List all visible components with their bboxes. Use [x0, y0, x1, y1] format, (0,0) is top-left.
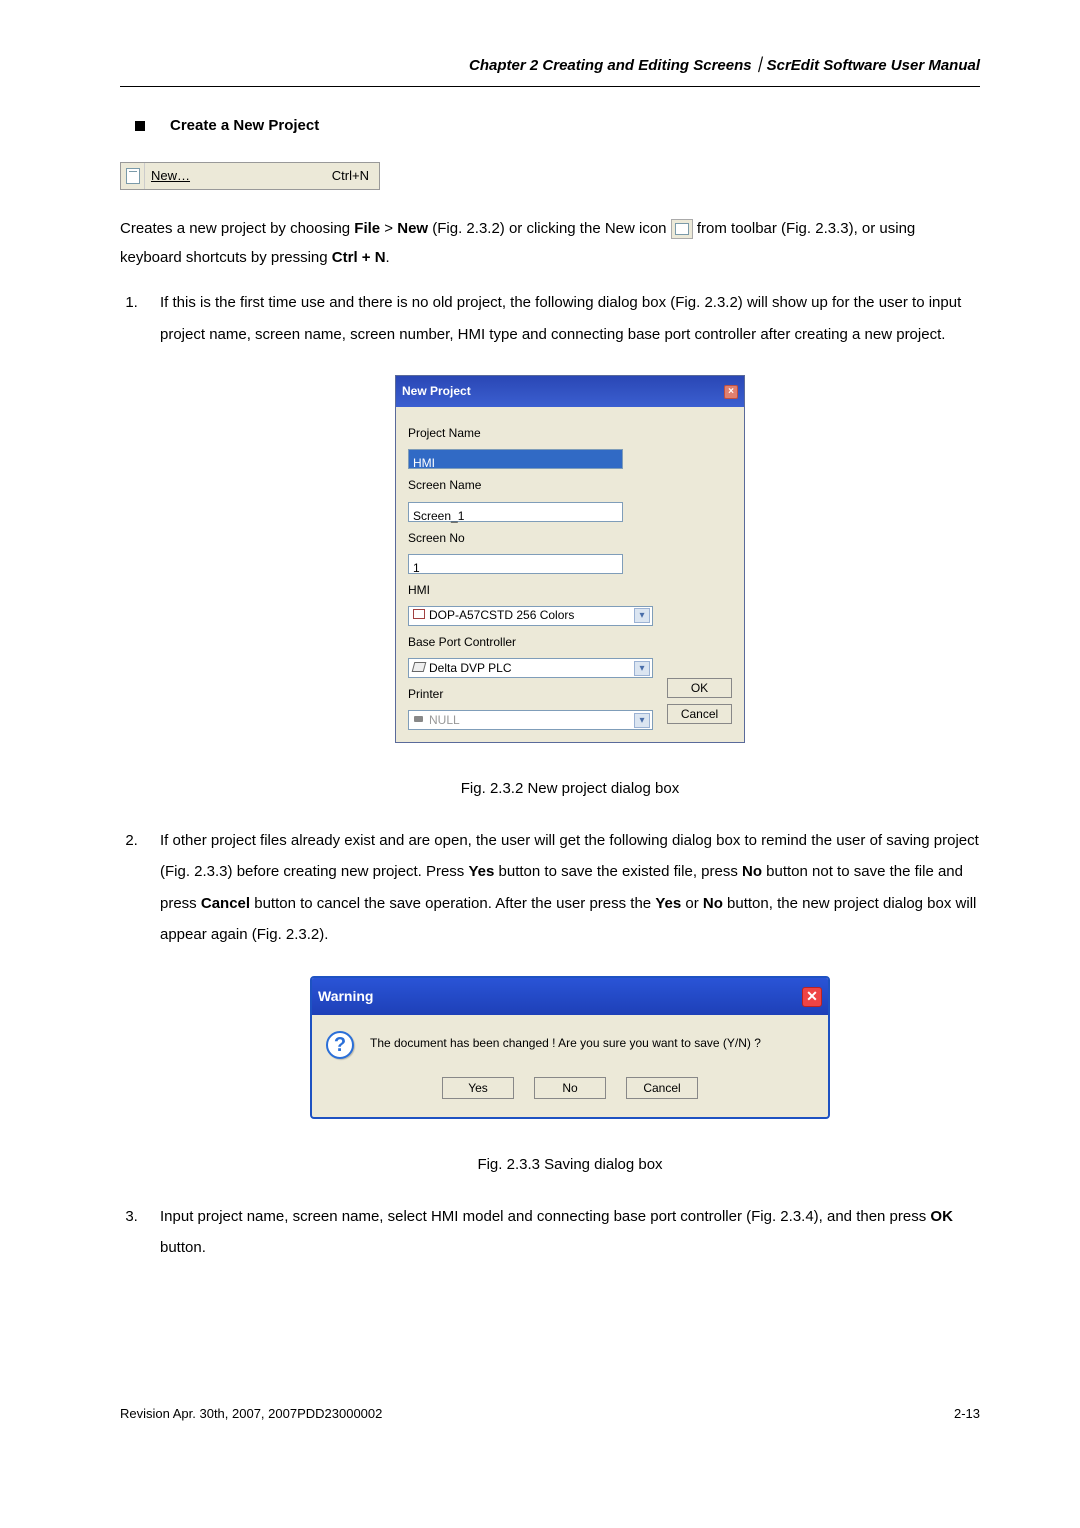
warning-message: The document has been changed ! Are you … [370, 1031, 761, 1056]
list-item: If other project files already exist and… [142, 825, 980, 1181]
page-footer: Revision Apr. 30th, 2007, 2007PDD2300000… [120, 1404, 980, 1424]
menu-item-label: New… [151, 166, 332, 186]
no-button[interactable]: No [534, 1077, 606, 1099]
hmi-select[interactable]: DOP-A57CSTD 256 Colors ▾ [408, 606, 653, 626]
monitor-icon [413, 609, 425, 619]
menu-new-item[interactable]: New… Ctrl+N [120, 162, 380, 190]
fig-2-3-3: Warning ✕ ? The document has been change… [160, 976, 980, 1119]
close-icon[interactable]: ✕ [802, 987, 822, 1007]
caption-2-3-3: Fig. 2.3.3 Saving dialog box [160, 1149, 980, 1181]
section-title: Create a New Project [170, 115, 319, 138]
footer-revision: Revision Apr. 30th, 2007, 2007PDD2300000… [120, 1404, 382, 1424]
footer-page-number: 2-13 [954, 1404, 980, 1424]
printer-select[interactable]: NULL ▾ [408, 710, 653, 730]
label-project-name: Project Name [408, 421, 732, 446]
dialog-title: Warning [318, 982, 373, 1011]
list-item: Input project name, screen name, select … [142, 1201, 980, 1264]
fig-2-3-2: New Project × Project Name HMI Screen Na… [160, 375, 980, 743]
chevron-down-icon[interactable]: ▾ [634, 713, 650, 728]
close-icon[interactable]: × [724, 385, 738, 399]
chevron-down-icon[interactable]: ▾ [634, 608, 650, 623]
chevron-down-icon[interactable]: ▾ [634, 661, 650, 676]
screen-name-input[interactable]: Screen_1 [408, 502, 623, 522]
new-file-toolbar-icon [671, 219, 693, 239]
dialog-titlebar: Warning ✕ [312, 978, 828, 1015]
screen-no-input[interactable]: 1 [408, 554, 623, 574]
controller-icon [413, 662, 425, 672]
dialog-title: New Project [402, 379, 471, 404]
dialog-titlebar: New Project × [396, 376, 744, 407]
label-screen-no: Screen No [408, 526, 732, 551]
new-file-icon [121, 163, 145, 189]
label-base-port: Base Port Controller [408, 630, 732, 655]
cancel-button[interactable]: Cancel [626, 1077, 698, 1099]
list-item: If this is the first time use and there … [142, 287, 980, 805]
square-bullet-icon [135, 121, 145, 131]
cancel-button[interactable]: Cancel [667, 704, 732, 724]
intro-paragraph: Creates a new project by choosing File >… [120, 215, 980, 272]
project-name-input[interactable]: HMI [408, 449, 623, 469]
printer-icon [413, 714, 425, 724]
section-heading-row: Create a New Project [135, 115, 980, 138]
caption-2-3-2: Fig. 2.3.2 New project dialog box [160, 773, 980, 805]
menu-shortcut: Ctrl+N [332, 166, 369, 186]
label-hmi: HMI [408, 578, 732, 603]
base-port-select[interactable]: Delta DVP PLC ▾ [408, 658, 653, 678]
numbered-list: If this is the first time use and there … [142, 287, 980, 1264]
label-screen-name: Screen Name [408, 473, 732, 498]
question-icon: ? [326, 1031, 354, 1059]
yes-button[interactable]: Yes [442, 1077, 514, 1099]
new-project-dialog: New Project × Project Name HMI Screen Na… [395, 375, 745, 743]
ok-button[interactable]: OK [667, 678, 732, 698]
page-header: Chapter 2 Creating and Editing Screens｜S… [120, 55, 980, 78]
warning-dialog: Warning ✕ ? The document has been change… [310, 976, 830, 1119]
header-rule [120, 86, 980, 87]
